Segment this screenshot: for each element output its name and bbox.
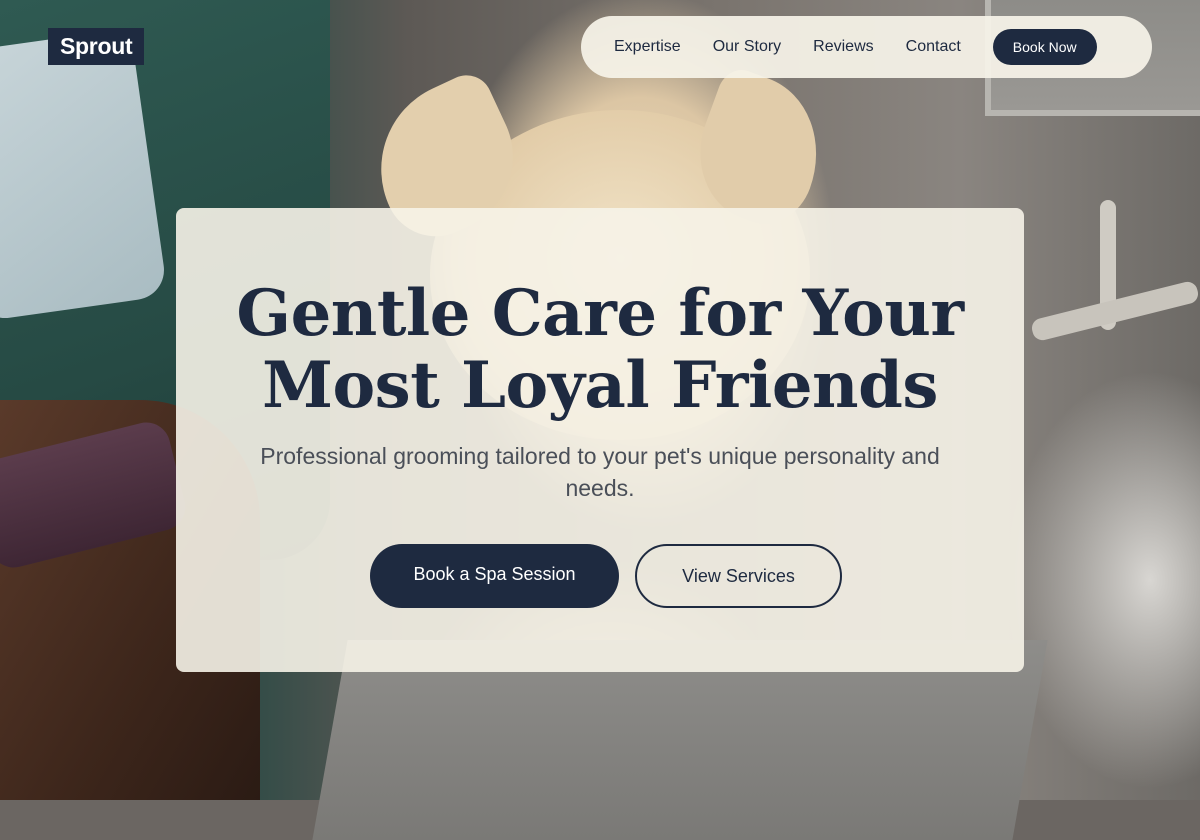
- hero-title-line-1: Gentle Care for Your: [236, 276, 964, 351]
- hero-card: Gentle Care for Your Most Loyal Friends …: [176, 208, 1024, 672]
- hero-actions: Book a Spa Session View Services: [176, 544, 1024, 608]
- nav-link-our-story[interactable]: Our Story: [713, 38, 781, 56]
- hero-subtitle: Professional grooming tailored to your p…: [260, 443, 940, 501]
- nav-link-contact[interactable]: Contact: [906, 38, 961, 56]
- nav-link-reviews[interactable]: Reviews: [813, 38, 873, 56]
- view-services-button[interactable]: View Services: [635, 544, 842, 608]
- nav-link-expertise[interactable]: Expertise: [614, 38, 681, 56]
- book-now-button[interactable]: Book Now: [992, 29, 1097, 65]
- brand-logo[interactable]: Sprout: [48, 28, 145, 65]
- book-spa-session-button[interactable]: Book a Spa Session: [370, 544, 619, 608]
- hero-title: Gentle Care for Your Most Loyal Friends: [176, 278, 1024, 422]
- hero-title-line-2: Most Loyal Friends: [262, 348, 938, 423]
- main-nav: Expertise Our Story Reviews Contact Book…: [581, 16, 1152, 78]
